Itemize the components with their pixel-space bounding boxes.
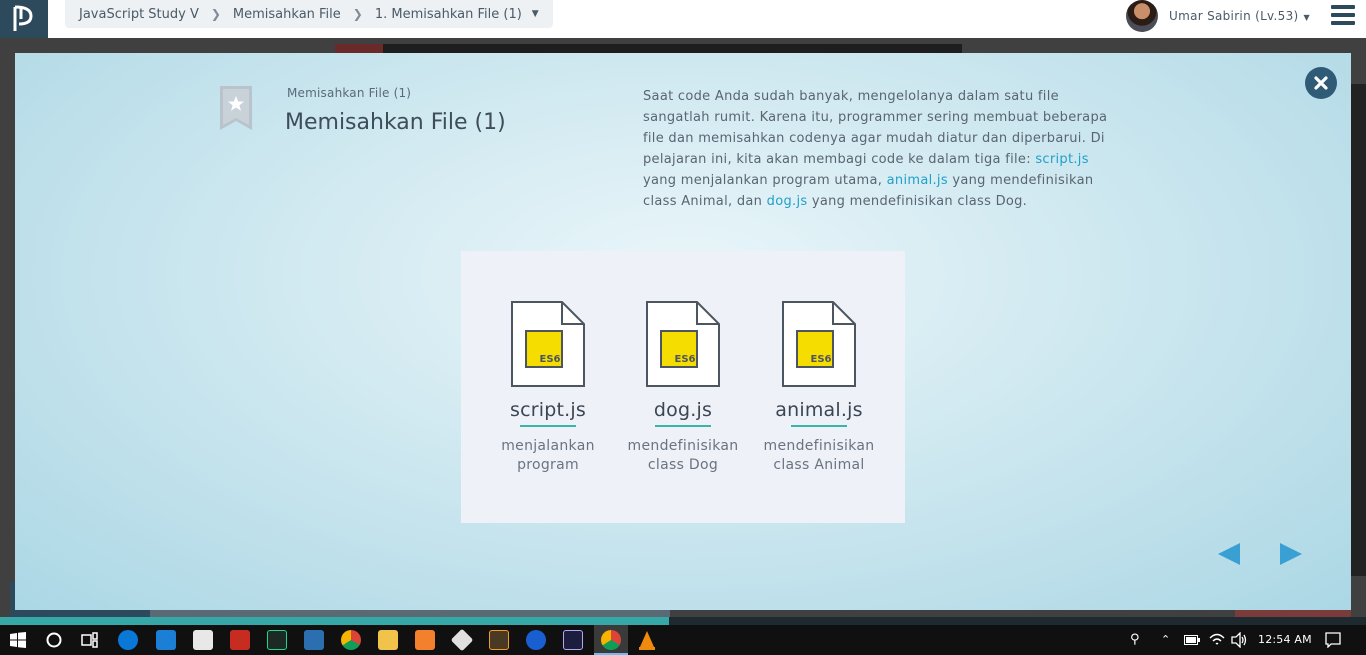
description-link-dog: dog.js xyxy=(766,194,808,209)
es6-badge: ES6 xyxy=(540,354,561,365)
file-explorer-icon[interactable] xyxy=(378,630,398,650)
store-icon[interactable] xyxy=(193,630,213,650)
mail-icon[interactable] xyxy=(156,630,176,650)
vlc-icon[interactable] xyxy=(638,630,656,650)
lesson-title: Memisahkan File (1) xyxy=(285,110,506,135)
taskbar-active-app[interactable] xyxy=(594,625,628,655)
task-view-icon[interactable] xyxy=(81,632,99,648)
chevron-right-icon: ❯ xyxy=(210,7,221,21)
file-underline xyxy=(655,425,711,427)
prev-slide-icon[interactable] xyxy=(1217,542,1241,566)
pycharm-icon[interactable] xyxy=(267,630,287,650)
description-link-script: script.js xyxy=(1035,152,1089,167)
file-name: dog.js xyxy=(653,399,713,421)
start-icon[interactable] xyxy=(10,632,26,648)
logo-icon xyxy=(13,5,33,31)
breadcrumb: JavaScript Study V ❯ Memisahkan File ❯ 1… xyxy=(65,0,553,28)
edge-icon[interactable] xyxy=(118,630,138,650)
xampp-icon[interactable] xyxy=(415,630,435,650)
chrome-icon[interactable] xyxy=(341,630,361,650)
maps-icon[interactable] xyxy=(526,630,546,650)
close-icon xyxy=(1314,76,1328,90)
file-name: animal.js xyxy=(775,399,863,421)
description-link-animal: animal.js xyxy=(886,173,948,188)
lesson-description: Saat code Anda sudah banyak, mengelolany… xyxy=(643,86,1123,212)
file-description-line: program xyxy=(517,457,579,473)
file-description-line: class Animal xyxy=(773,457,865,473)
cortana-icon[interactable] xyxy=(46,632,62,648)
file-underline xyxy=(791,425,847,427)
slide-modal: Memisahkan File (1) Memisahkan File (1) … xyxy=(15,53,1351,610)
background-panel xyxy=(1351,84,1366,576)
breadcrumb-item-lesson[interactable]: 1. Memisahkan File (1) xyxy=(375,7,522,22)
file-description-line: mendefinisikan xyxy=(763,438,875,454)
file-card-animal: ES6 animal.js mendefinisikan class Animal xyxy=(759,301,879,475)
file-description-line: menjalankan xyxy=(501,438,595,454)
lesson-subtitle: Memisahkan File (1) xyxy=(287,86,412,100)
windows-taskbar: ⚲ ⌃ 12:54 AM xyxy=(0,625,1366,655)
volume-icon[interactable] xyxy=(1231,632,1249,648)
description-text: yang menjalankan program utama, xyxy=(643,173,887,188)
breadcrumb-item-chapter[interactable]: Memisahkan File xyxy=(233,7,341,22)
people-icon[interactable]: ⚲ xyxy=(1130,632,1140,647)
top-bar: JavaScript Study V ❯ Memisahkan File ❯ 1… xyxy=(0,0,1366,38)
bookmark-icon[interactable] xyxy=(220,86,252,130)
caret-down-icon[interactable]: ▼ xyxy=(532,9,539,19)
taskbar-clock[interactable]: 12:54 AM xyxy=(1258,633,1312,646)
wifi-icon[interactable] xyxy=(1209,632,1225,646)
breadcrumb-item-course[interactable]: JavaScript Study V xyxy=(79,7,199,22)
next-slide-icon[interactable] xyxy=(1279,542,1303,566)
hamburger-menu-icon[interactable] xyxy=(1331,5,1355,25)
es6-badge: ES6 xyxy=(811,354,832,365)
js-file-icon: ES6 xyxy=(782,301,856,387)
avatar[interactable] xyxy=(1126,0,1158,32)
js-file-icon: ES6 xyxy=(646,301,720,387)
notifications-icon[interactable] xyxy=(1325,632,1341,648)
filezilla-icon[interactable] xyxy=(230,630,250,650)
git-icon[interactable] xyxy=(450,628,474,652)
sublime-icon[interactable] xyxy=(489,630,509,650)
description-text: yang mendefinisikan class Dog. xyxy=(807,194,1028,209)
chrome-active-icon[interactable] xyxy=(601,630,621,650)
close-button[interactable] xyxy=(1305,67,1337,99)
file-card-dog: ES6 dog.js mendefinisikan class Dog xyxy=(623,301,743,475)
js-file-icon: ES6 xyxy=(511,301,585,387)
chevron-right-icon: ❯ xyxy=(352,7,363,21)
user-menu[interactable]: Umar Sabirin (Lv.53) ▼ xyxy=(1126,0,1310,32)
photoshop-icon[interactable] xyxy=(563,630,583,650)
logo[interactable] xyxy=(0,0,48,38)
progress-bar xyxy=(0,617,1366,625)
powershell-icon[interactable] xyxy=(304,630,324,650)
file-description: menjalankan program xyxy=(488,437,608,475)
progress-fill xyxy=(0,617,670,625)
es6-badge: ES6 xyxy=(675,354,696,365)
caret-down-icon[interactable]: ▼ xyxy=(1304,13,1310,22)
chevron-up-icon[interactable]: ⌃ xyxy=(1161,633,1170,646)
file-description: mendefinisikan class Dog xyxy=(623,437,743,475)
file-description: mendefinisikan class Animal xyxy=(759,437,879,475)
file-description-line: mendefinisikan xyxy=(627,438,739,454)
file-description-line: class Dog xyxy=(647,457,719,473)
files-diagram: ES6 script.js menjalankan program ES6 dog… xyxy=(461,251,905,523)
file-underline xyxy=(520,425,576,427)
battery-icon[interactable] xyxy=(1184,635,1200,645)
user-name[interactable]: Umar Sabirin (Lv.53) xyxy=(1169,9,1299,23)
file-card-script: ES6 script.js menjalankan program xyxy=(488,301,608,475)
file-name: script.js xyxy=(510,399,586,421)
